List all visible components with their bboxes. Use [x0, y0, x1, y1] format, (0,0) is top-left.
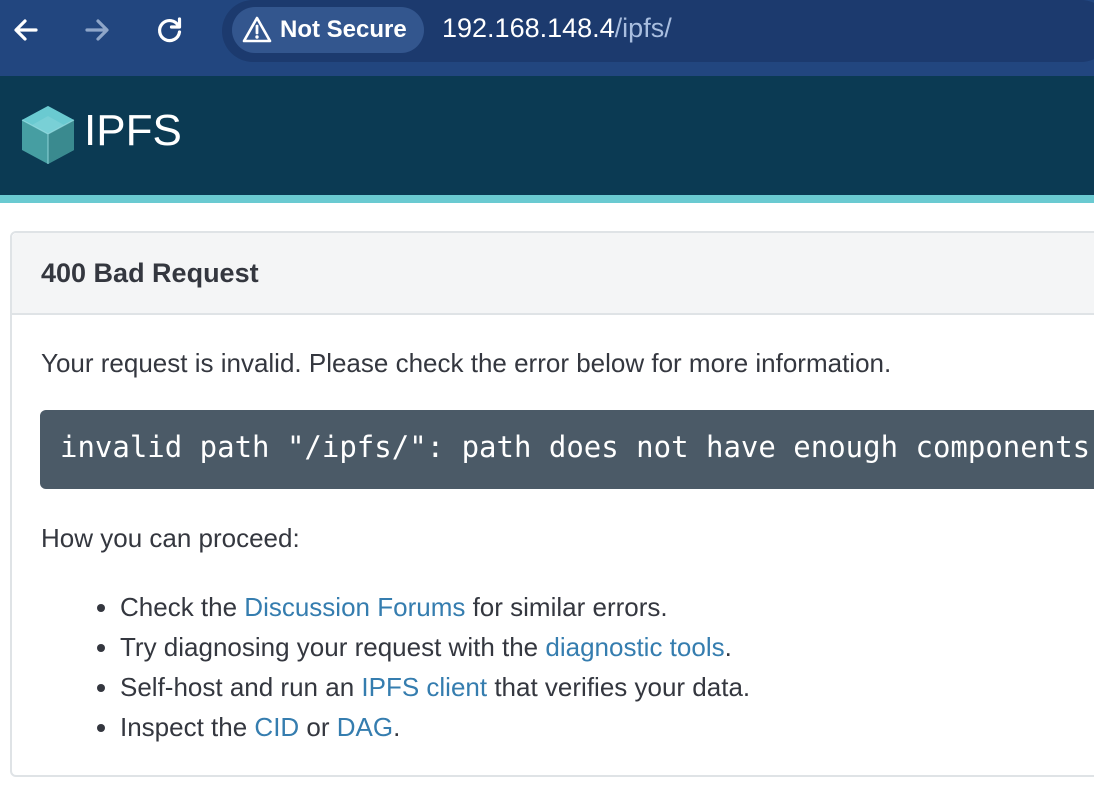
- security-indicator[interactable]: Not Secure: [232, 7, 424, 53]
- ipfs-client-link[interactable]: IPFS client: [361, 672, 487, 702]
- error-message-box: invalid path "/ipfs/": path does not hav…: [40, 410, 1094, 489]
- reload-button[interactable]: [152, 12, 188, 48]
- steps-list: Check the Discussion Forums for similar …: [90, 587, 750, 747]
- arrow-right-icon: [85, 19, 109, 41]
- list-item: Inspect the CID or DAG.: [120, 707, 750, 747]
- site-header: IPFS: [0, 76, 1094, 195]
- header-stripe: [0, 195, 1094, 203]
- step-text: Self-host and run an: [120, 672, 362, 702]
- panel-header: 400 Bad Request: [12, 233, 1094, 315]
- brand-name[interactable]: IPFS: [84, 106, 182, 156]
- proceed-heading: How you can proceed:: [41, 523, 300, 553]
- security-label: Not Secure: [280, 16, 407, 43]
- list-item: Try diagnosing your request with the dia…: [120, 627, 750, 667]
- reload-icon: [158, 17, 182, 43]
- dag-link[interactable]: DAG: [337, 712, 393, 742]
- error-intro: Your request is invalid. Please check th…: [41, 348, 892, 378]
- warning-icon: [242, 15, 272, 45]
- step-text: or: [299, 712, 337, 742]
- step-text: .: [724, 632, 732, 662]
- step-text: that verifies your data.: [487, 672, 751, 702]
- back-button[interactable]: [8, 12, 44, 48]
- step-text: Check the: [120, 592, 245, 622]
- forward-button[interactable]: [79, 12, 115, 48]
- step-text: Try diagnosing your request with the: [120, 632, 546, 662]
- error-title: 400 Bad Request: [41, 258, 259, 288]
- list-item: Check the Discussion Forums for similar …: [120, 587, 750, 627]
- diagnostic-tools-link[interactable]: diagnostic tools: [545, 632, 724, 662]
- browser-toolbar: Not Secure 192.168.148.4/ipfs/: [0, 0, 1094, 76]
- arrow-left-icon: [14, 19, 38, 41]
- url-host: 192.168.148.4: [442, 13, 615, 43]
- step-text: for similar errors.: [465, 592, 668, 622]
- ipfs-logo-icon[interactable]: [20, 104, 76, 166]
- cid-link[interactable]: CID: [254, 712, 299, 742]
- error-message: invalid path "/ipfs/": path does not hav…: [60, 430, 1091, 464]
- step-text: .: [393, 712, 401, 742]
- url-text[interactable]: 192.168.148.4/ipfs/: [442, 13, 672, 44]
- step-text: Inspect the: [120, 712, 255, 742]
- discussion-forums-link[interactable]: Discussion Forums: [244, 592, 465, 622]
- url-path: /ipfs/: [614, 13, 672, 43]
- list-item: Self-host and run an IPFS client that ve…: [120, 667, 750, 707]
